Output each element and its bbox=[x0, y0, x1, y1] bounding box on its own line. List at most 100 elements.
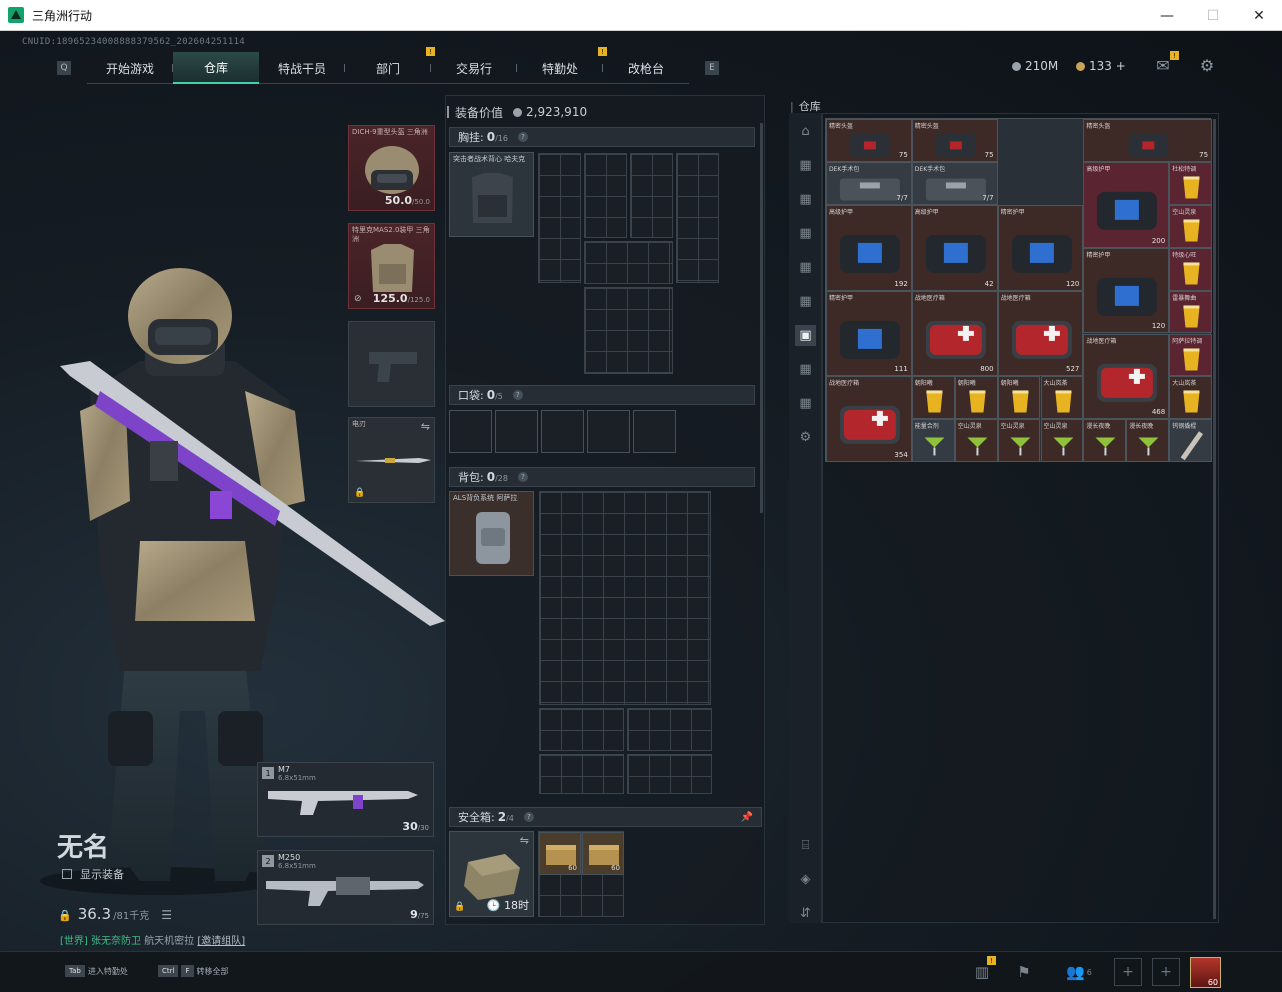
hint-transfer-all[interactable]: Ctrl F 转移全部 bbox=[158, 965, 229, 977]
hafcoin-balance[interactable]: 210M bbox=[1012, 59, 1058, 73]
warehouse-tab-all[interactable]: ⌂ bbox=[795, 121, 816, 142]
chest-slot-grid-1[interactable] bbox=[538, 153, 581, 283]
tab-3[interactable]: 部门! bbox=[345, 47, 435, 84]
backpack-grid-4[interactable] bbox=[539, 754, 624, 794]
warehouse-item[interactable]: 战地医疗箱 468 bbox=[1083, 333, 1170, 420]
backpack-grid-2[interactable] bbox=[539, 708, 624, 751]
backpack-grid-main[interactable] bbox=[539, 491, 711, 705]
pistol-slot[interactable] bbox=[348, 321, 435, 407]
status-player[interactable]: 张无奈防卫 bbox=[91, 936, 141, 947]
tab-4[interactable]: 交易行 bbox=[431, 52, 517, 84]
chest-rig-item[interactable]: 突击者战术背心 哈夫克 bbox=[449, 152, 534, 237]
warehouse-item[interactable]: 精密护甲 120 bbox=[997, 204, 1084, 291]
warehouse-item[interactable]: 能量合剂 bbox=[911, 419, 955, 463]
pocket-slot-5[interactable] bbox=[633, 410, 676, 453]
chest-slot-grid-4[interactable] bbox=[676, 153, 719, 283]
warehouse-item[interactable]: 杜松特调 bbox=[1169, 161, 1213, 205]
warehouse-item[interactable]: 高级护甲 42 bbox=[911, 204, 998, 291]
melee-slot[interactable]: 电刃 ⇋ 🔒 bbox=[348, 417, 435, 503]
help-icon[interactable]: ? bbox=[517, 132, 528, 142]
tab-6[interactable]: 改枪台 bbox=[603, 52, 689, 84]
warehouse-layers-icon[interactable]: ◈ bbox=[795, 869, 816, 890]
warehouse-item[interactable]: 战地医疗箱 354 bbox=[826, 376, 912, 463]
warehouse-item[interactable]: 空山灵泉 bbox=[1040, 419, 1084, 463]
invite-team-link[interactable]: [邀请组队] bbox=[197, 936, 245, 947]
pocket-slot-1[interactable] bbox=[449, 410, 492, 453]
tab-2[interactable]: 特战干员 bbox=[259, 52, 345, 84]
warehouse-tab-4[interactable]: ▦ bbox=[795, 257, 816, 278]
warehouse-item[interactable]: 朝阳曦 bbox=[911, 376, 955, 420]
backpack-grid-5[interactable] bbox=[627, 754, 712, 794]
warehouse-item[interactable]: 精密头盔 75 bbox=[826, 119, 912, 162]
warehouse-item[interactable]: 战地医疗箱 527 bbox=[997, 290, 1084, 377]
pin-icon[interactable]: 📌 bbox=[741, 812, 753, 823]
help-icon[interactable]: ? bbox=[517, 472, 528, 482]
warehouse-sort-icon[interactable]: ⌸ bbox=[795, 835, 816, 856]
nav-next-icon[interactable]: E bbox=[705, 61, 719, 75]
warehouse-tab-5[interactable]: ▦ bbox=[795, 291, 816, 312]
mail-icon[interactable]: ✉! bbox=[1153, 51, 1179, 75]
warehouse-item[interactable]: DEK手术包 7/7 bbox=[826, 161, 912, 205]
warehouse-item[interactable]: 大山岚茶 bbox=[1040, 376, 1084, 420]
warehouse-tab-8[interactable]: ▦ bbox=[795, 393, 816, 414]
safe-box-item[interactable]: ⇋ 🔒 🕒 18时 bbox=[449, 831, 534, 917]
warehouse-item[interactable]: 朝阳曦 bbox=[997, 376, 1041, 420]
warehouse-item[interactable]: 精密头盔 75 bbox=[911, 119, 998, 162]
status-world[interactable]: [世界] bbox=[60, 936, 88, 947]
warehouse-tidy-icon[interactable]: ⇵ bbox=[795, 903, 816, 924]
warehouse-item[interactable]: 大山岚茶 bbox=[1169, 376, 1213, 420]
weapon-card-2[interactable]: 2 M250 6.8x51mm 9/75 bbox=[257, 850, 434, 925]
chest-slot-grid-5[interactable] bbox=[584, 241, 673, 284]
warehouse-item[interactable]: 精密头盔 75 bbox=[1083, 119, 1213, 162]
warehouse-tab-7[interactable]: ▦ bbox=[795, 359, 816, 380]
safe-item-2[interactable]: 60 bbox=[582, 832, 624, 875]
minimize-button[interactable]: — bbox=[1144, 0, 1190, 31]
warehouse-tab-1[interactable]: ▦ bbox=[795, 155, 816, 176]
weapon-card-1[interactable]: 1 M7 6.8x51mm 30/30 bbox=[257, 762, 434, 837]
warehouse-item[interactable]: 朝阳曦 bbox=[954, 376, 998, 420]
safe-item-1[interactable]: 60 bbox=[539, 832, 581, 875]
stats-icon[interactable]: ▥! bbox=[970, 956, 996, 984]
warehouse-settings-icon[interactable]: ⚙ bbox=[795, 427, 816, 448]
warehouse-item[interactable]: 战地医疗箱 800 bbox=[911, 290, 998, 377]
add-teammate-button-2[interactable]: + bbox=[1152, 958, 1180, 986]
chest-slot-grid-2[interactable] bbox=[584, 153, 627, 238]
show-equipment-toggle[interactable]: 显示装备 bbox=[62, 866, 124, 882]
help-icon[interactable]: ? bbox=[512, 390, 523, 400]
chest-slot-grid-6[interactable] bbox=[584, 287, 673, 374]
squad-icon[interactable]: 👥 6 bbox=[1062, 960, 1096, 984]
tab-5[interactable]: 特勤处! bbox=[517, 47, 607, 84]
warehouse-item[interactable]: 精密护甲 120 bbox=[1083, 247, 1170, 334]
chest-slot-grid-3[interactable] bbox=[630, 153, 673, 238]
warehouse-grid[interactable]: 精密头盔 75 精密头盔 75 精密头盔 75 DEK手术包 7/7 DEK手术包 7/7 高级护甲… bbox=[825, 118, 1213, 463]
hint-enter-special[interactable]: Tab 进入特勤处 bbox=[65, 965, 128, 977]
coupon-balance[interactable]: 133 + bbox=[1076, 59, 1126, 73]
helmet-slot[interactable]: DICH-9重型头盔 三角洲 50.0/50.0 bbox=[348, 125, 435, 211]
warehouse-item[interactable]: 高级护甲 200 bbox=[1083, 161, 1170, 248]
warehouse-item[interactable]: 钨钢撬棍 bbox=[1169, 419, 1213, 463]
flag-icon[interactable]: ⚑ bbox=[1012, 960, 1036, 984]
pocket-slot-4[interactable] bbox=[587, 410, 630, 453]
warehouse-item[interactable]: DEK手术包 7/7 bbox=[911, 161, 998, 205]
close-button[interactable]: ✕ bbox=[1236, 0, 1282, 31]
avatar[interactable]: 60 bbox=[1190, 957, 1221, 988]
warehouse-tab-6[interactable]: ▣ bbox=[795, 325, 816, 346]
nav-prev-icon[interactable]: Q bbox=[57, 61, 71, 75]
add-teammate-button-1[interactable]: + bbox=[1114, 958, 1142, 986]
pocket-slot-3[interactable] bbox=[541, 410, 584, 453]
tab-0[interactable]: 开始游戏 bbox=[87, 52, 173, 84]
loadout-scrollbar[interactable] bbox=[760, 123, 763, 513]
warehouse-item[interactable]: 空山灵泉 bbox=[954, 419, 998, 463]
warehouse-item[interactable]: 精密护甲 111 bbox=[826, 290, 912, 377]
armor-slot[interactable]: 特里克MAS2.0装甲 三角洲 ⊘ 125.0/125.0 bbox=[348, 223, 435, 309]
maximize-button[interactable]: ☐ bbox=[1190, 0, 1236, 31]
gear-icon[interactable]: ⚙ bbox=[1197, 55, 1217, 75]
list-icon[interactable]: ☰ bbox=[161, 908, 172, 922]
warehouse-item[interactable]: 特级心旺 bbox=[1169, 247, 1213, 291]
warehouse-tab-3[interactable]: ▦ bbox=[795, 223, 816, 244]
tab-1[interactable]: 仓库 bbox=[173, 52, 259, 84]
show-equipment-checkbox[interactable] bbox=[62, 869, 72, 879]
backpack-item[interactable]: ALS背负系统 阿萨拉 bbox=[449, 491, 534, 576]
warehouse-item[interactable]: 空山灵泉 bbox=[1169, 204, 1213, 248]
warehouse-tab-2[interactable]: ▦ bbox=[795, 189, 816, 210]
